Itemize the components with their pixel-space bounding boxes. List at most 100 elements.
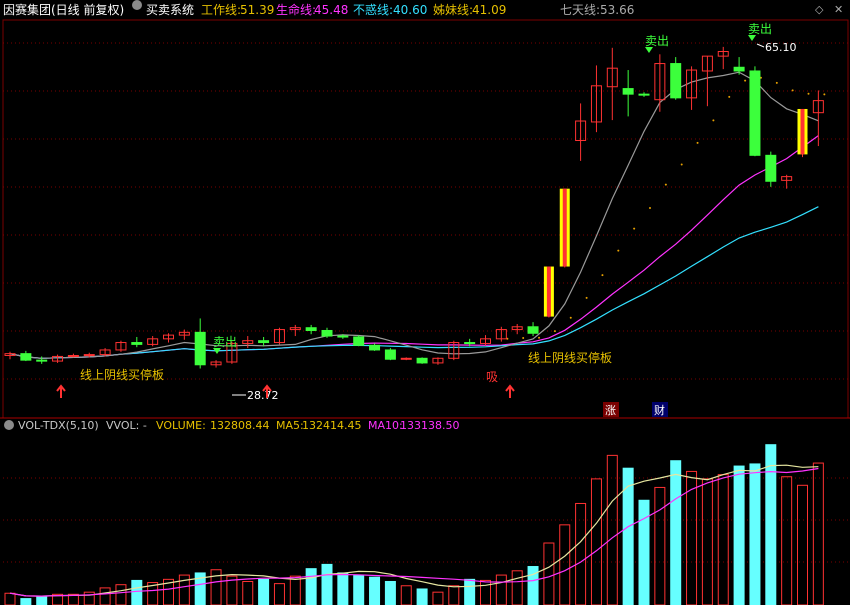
ma10-value: 133138.50 (400, 419, 460, 432)
volume-bar (384, 580, 396, 605)
candle-body (353, 336, 365, 346)
volume-bar (638, 499, 650, 605)
buy-signal-label: 吸 (486, 370, 498, 384)
buy-arrow-icon (56, 384, 66, 398)
volume-bar (781, 476, 793, 605)
volume-bar (273, 583, 285, 605)
volume-bar (765, 444, 777, 605)
candle-body (670, 63, 682, 99)
sell-arrow-icon (748, 35, 756, 41)
volume-bar (495, 574, 507, 605)
candle-body (321, 329, 333, 337)
volume-bar (733, 465, 745, 605)
sell-signal-label: 卖出 (213, 335, 237, 349)
volume-bar (670, 460, 682, 605)
sell-signal-label: 卖出 (748, 22, 772, 36)
volume-bar (115, 584, 127, 605)
work-line-dot (791, 89, 794, 92)
ma5-value: 132414.45 (302, 419, 362, 432)
low-price-label: 28.72 (247, 389, 279, 402)
candle-body (258, 340, 270, 344)
volume-bar (20, 598, 32, 605)
volume-bar (99, 587, 111, 605)
volume-bar (337, 572, 349, 605)
candle-body (464, 342, 476, 345)
candle-body (305, 327, 317, 331)
volume-bar (416, 588, 428, 605)
candle-body (733, 66, 745, 72)
candle-body (416, 357, 428, 364)
candle-body (131, 342, 143, 345)
volume-ma10 (9, 467, 819, 597)
work-line-dot (538, 336, 541, 339)
volume-bar (654, 486, 666, 605)
candle-body (369, 344, 381, 351)
volume-bar (717, 474, 729, 605)
volume-bar (131, 579, 143, 605)
volume-bar (321, 563, 333, 605)
chevron-down-icon[interactable] (4, 420, 14, 430)
chart-canvas[interactable]: 卖出卖出卖出线上阴线买停板线上阴线买停板吸65.1028.72涨财 (0, 0, 850, 605)
vvol-label: VVOL: - (106, 419, 147, 432)
work-line-dot (712, 119, 715, 122)
volume-bar (242, 580, 254, 605)
volume-bar (590, 478, 602, 605)
ma5-label: MA5: (276, 419, 304, 432)
work-line-dot (807, 92, 810, 95)
volume-bar (701, 478, 713, 605)
volume-bar (369, 576, 381, 605)
candle-body (384, 349, 396, 360)
volume-bar (305, 568, 317, 605)
work-line-dot (696, 141, 699, 144)
tag-cai: 财 (654, 403, 665, 417)
candle-body (20, 353, 32, 361)
life-line (9, 135, 819, 359)
volume-bar (543, 542, 555, 605)
volume-bar (464, 578, 476, 605)
candle-body (638, 93, 650, 96)
candle-body (749, 70, 761, 156)
candle-body (765, 154, 777, 182)
work-line-dot (633, 227, 636, 230)
high-price-label: 65.10 (765, 41, 797, 54)
work-line-dot (601, 274, 604, 277)
tag-zhang: 涨 (605, 404, 616, 417)
stock-chart-window: 因赛集团(日线 前复权) 买卖系统 工作线: 51.39 生命线: 45.48 … (0, 0, 850, 605)
volume-bar (559, 524, 571, 605)
volume-bar (353, 574, 365, 605)
sell-signal-label: 卖出 (645, 34, 669, 48)
candle-body (83, 354, 95, 357)
work-line-dot (553, 330, 556, 333)
volume-label: VOLUME: (156, 419, 206, 432)
volume-bar (258, 578, 270, 605)
candle-body (194, 331, 206, 366)
volume-bar (797, 484, 808, 605)
ma10-label: MA10: (368, 419, 403, 432)
volume-bar (812, 462, 824, 605)
work-line-dot (569, 316, 572, 319)
work-line-dot (617, 249, 620, 252)
signal-text-label: 线上阴线买停板 (528, 350, 612, 365)
candle-body (622, 88, 634, 95)
vol-indicator-name[interactable]: VOL-TDX(5,10) (18, 418, 99, 434)
work-line-dot (744, 79, 747, 82)
limit-up-candle-core (546, 266, 551, 317)
candle-body (36, 359, 48, 362)
candle-body (337, 335, 349, 338)
candle-body (400, 357, 412, 360)
volume-bar (36, 595, 48, 605)
candle-body (527, 326, 539, 334)
signal-text-label: 线上阴线买停板 (80, 367, 164, 382)
volume-bar (749, 463, 761, 605)
work-line-dot (775, 81, 778, 84)
work-line-dot (522, 337, 525, 340)
limit-up-candle-core (562, 188, 567, 267)
seven-day-line (9, 71, 819, 359)
volume-bar (448, 585, 460, 605)
work-line-dot (664, 183, 667, 186)
volume-bar (511, 570, 523, 605)
limit-up-candle-core (800, 108, 805, 155)
volume-header: VOL-TDX(5,10) VVOL: - VOLUME: 132808.44 … (0, 418, 850, 434)
work-line-dot (585, 296, 588, 299)
work-line-dot (649, 206, 651, 209)
